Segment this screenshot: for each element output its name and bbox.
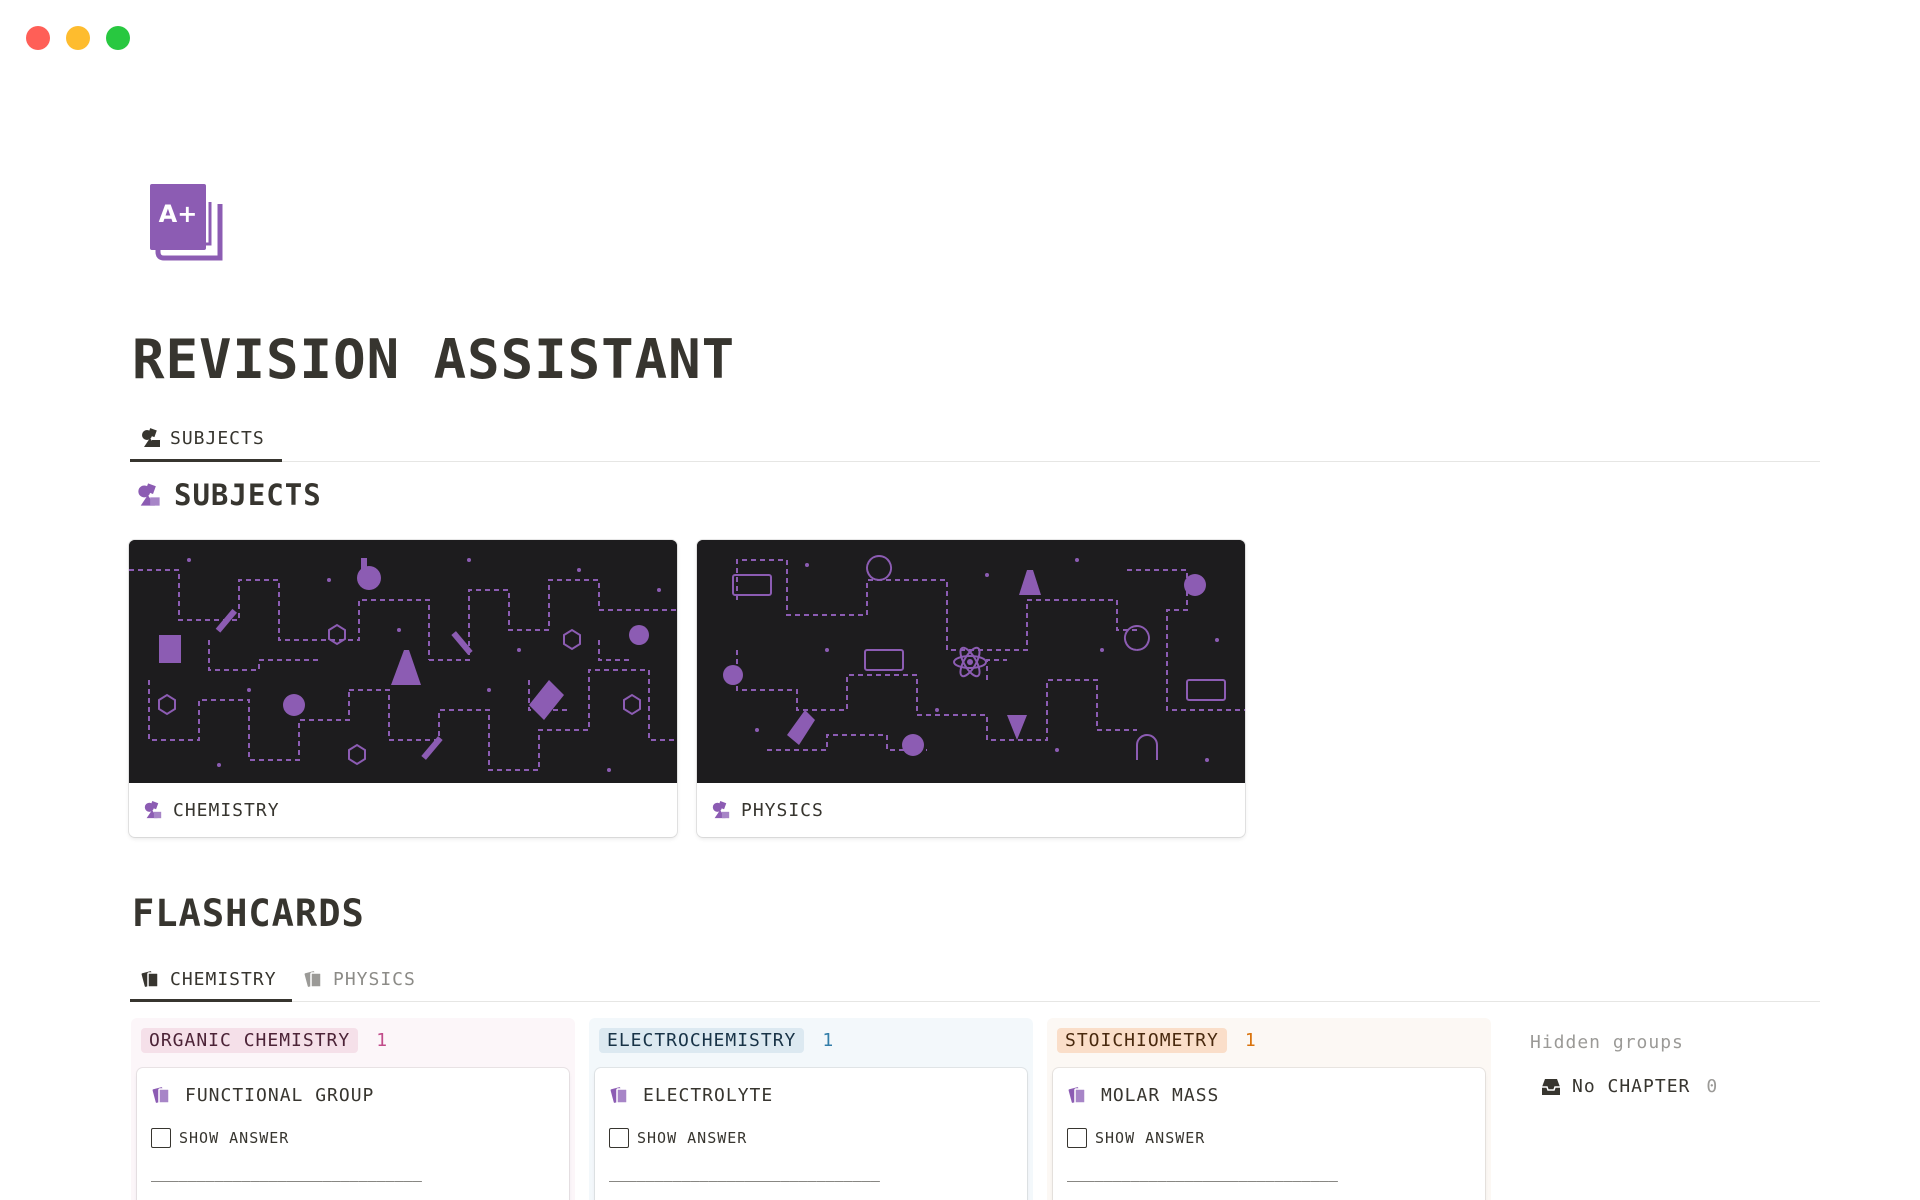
flashcard[interactable]: FUNCTIONAL GROUP SHOW ANSWER ___________… [137,1068,569,1200]
page-title: REVISION ASSISTANT [132,328,736,391]
tab-physics-label: PHYSICS [333,968,416,990]
shapes-icon [142,428,160,447]
board-group-electrochemistry: ELECTROCHEMISTRY 1 ELECTROLYTE SHOW ANSW… [589,1018,1033,1200]
flashcard-title-text: ELECTROLYTE [643,1084,774,1106]
no-chapter-label: No CHAPTER [1572,1076,1691,1097]
flashcard-title: ELECTROLYTE [609,1084,773,1106]
show-answer-toggle[interactable]: SHOW ANSWER [1067,1128,1205,1148]
group-count: 1 [822,1029,834,1051]
flashcards-heading: FLASHCARDS [132,892,365,935]
tab-subjects[interactable]: SUBJECTS [140,420,265,456]
show-answer-toggle[interactable]: SHOW ANSWER [151,1128,289,1148]
show-answer-label: SHOW ANSWER [1095,1129,1206,1147]
flashcards-tabbar [130,1001,1820,1002]
shapes-icon [144,801,162,819]
no-chapter-count: 0 [1706,1076,1719,1097]
group-label: ORGANIC CHEMISTRY [141,1027,359,1053]
physics-card-label: PHYSICS [741,799,824,821]
cards-icon [1068,1087,1086,1104]
physics-cover-image [697,540,1245,783]
flashcard[interactable]: ELECTROLYTE SHOW ANSWER ________________… [595,1068,1027,1200]
cards-icon [610,1087,628,1104]
show-answer-checkbox[interactable] [1067,1128,1087,1148]
show-answer-label: SHOW ANSWER [179,1129,290,1147]
close-window-button[interactable] [26,26,50,50]
cards-icon [304,971,322,988]
show-answer-checkbox[interactable] [609,1128,629,1148]
show-answer-checkbox[interactable] [151,1128,171,1148]
minimize-window-button[interactable] [66,26,90,50]
board-group-organic-chemistry: ORGANIC CHEMISTRY 1 FUNCTIONAL GROUP SHO… [131,1018,575,1200]
flashcard-title-text: MOLAR MASS [1101,1084,1220,1106]
flashcard[interactable]: MOLAR MASS SHOW ANSWER _________________… [1053,1068,1485,1200]
group-count: 1 [376,1029,388,1051]
group-header[interactable]: STOICHIOMETRY 1 [1057,1026,1256,1054]
inbox-icon [1542,1078,1560,1095]
group-label: STOICHIOMETRY [1057,1027,1227,1053]
chemistry-cover-image [129,540,677,783]
view-tabbar [130,461,1820,462]
flashcard-title-text: FUNCTIONAL GROUP [185,1084,375,1106]
tab-subjects-label: SUBJECTS [170,427,265,449]
hidden-groups-label: Hidden groups [1530,1032,1684,1053]
answer-divider: ______________________________ [151,1164,422,1182]
answer-divider: ______________________________ [1067,1164,1338,1182]
group-count: 1 [1244,1029,1256,1051]
subject-card-chemistry[interactable]: CHEMISTRY [129,540,677,837]
svg-text:A+: A+ [159,200,198,228]
group-header[interactable]: ORGANIC CHEMISTRY 1 [141,1026,387,1054]
subject-card-chemistry-title: CHEMISTRY [129,783,677,837]
window-controls [26,26,130,50]
show-answer-toggle[interactable]: SHOW ANSWER [609,1128,747,1148]
a-plus-grade-icon[interactable]: A+ [148,182,224,266]
chemistry-card-label: CHEMISTRY [173,799,280,821]
group-header[interactable]: ELECTROCHEMISTRY 1 [599,1026,833,1054]
cards-icon [152,1087,170,1104]
tab-chemistry-label: CHEMISTRY [170,968,277,990]
subjects-heading: SUBJECTS [136,478,322,512]
tab-chemistry-underline [130,999,292,1002]
flashcard-title: FUNCTIONAL GROUP [151,1084,374,1106]
tab-subjects-underline [130,459,282,462]
shapes-icon [712,801,730,819]
subjects-heading-text: SUBJECTS [174,478,322,512]
subject-card-physics-title: PHYSICS [697,783,1245,837]
answer-divider: ______________________________ [609,1164,880,1182]
board-group-stoichiometry: STOICHIOMETRY 1 MOLAR MASS SHOW ANSWER _… [1047,1018,1491,1200]
group-label: ELECTROCHEMISTRY [599,1027,805,1053]
cards-icon [141,971,159,988]
shapes-icon [138,483,160,506]
tab-physics[interactable]: PHYSICS [303,961,416,997]
maximize-window-button[interactable] [106,26,130,50]
show-answer-label: SHOW ANSWER [637,1129,748,1147]
subject-card-physics[interactable]: PHYSICS [697,540,1245,837]
tab-chemistry[interactable]: CHEMISTRY [140,961,277,997]
hidden-group-no-chapter[interactable]: No CHAPTER 0 [1540,1076,1718,1097]
flashcard-title: MOLAR MASS [1067,1084,1219,1106]
